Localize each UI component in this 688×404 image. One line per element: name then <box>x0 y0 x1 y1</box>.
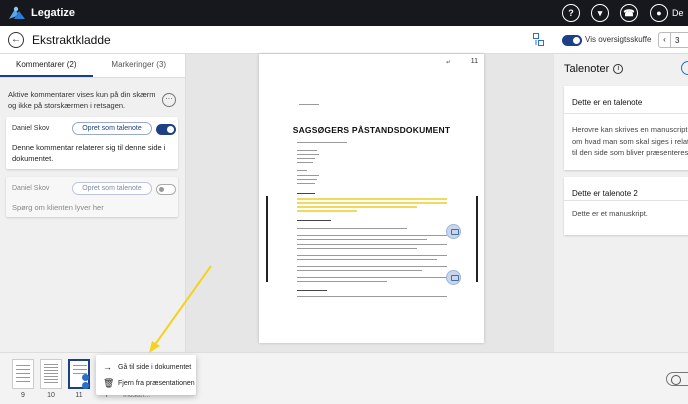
trash-icon: 🗑 <box>103 378 115 388</box>
comment-active-toggle[interactable] <box>156 124 176 135</box>
page-thumbnail[interactable] <box>40 359 62 389</box>
talenote-title: Dette er en talenote <box>572 98 643 107</box>
add-talenote-button[interactable] <box>681 61 688 75</box>
document-viewer: ↵ 11 SAGSØGERS PÅSTANDSDOKUMENT <box>186 54 554 352</box>
user-initials: De <box>672 8 684 18</box>
back-button[interactable]: ← <box>8 31 24 48</box>
shield-icon[interactable]: ▾ <box>591 4 609 22</box>
talenote-title: Dette er talenote 2 <box>572 189 638 198</box>
divider <box>564 200 688 201</box>
menu-go-to-page[interactable]: → Gå til side i dokumentet <box>103 362 191 372</box>
page-number: 3 <box>675 35 680 45</box>
info-icon[interactable]: i <box>613 64 624 74</box>
overview-toggle[interactable] <box>562 35 582 46</box>
page-header: ← Ekstraktkladde Vis oversigtsskuffe ‹ 3 <box>0 26 688 54</box>
thumbnail-label: 10 <box>47 392 55 399</box>
arrow-right-icon: → <box>103 362 112 372</box>
create-talenote-button[interactable]: Opret som talenote <box>72 122 152 135</box>
talenote-body: Dette er et manuskript. <box>572 209 648 218</box>
arrow-left-icon: ← <box>11 33 21 45</box>
comment-card[interactable]: Daniel Skov Opret som talenote Spørg om … <box>6 177 178 217</box>
chevron-left-icon[interactable]: ‹ <box>659 33 671 47</box>
talenotes-title: Talenoter i <box>564 63 624 75</box>
talenote-badge-icon <box>82 382 89 389</box>
help-icon[interactable]: ? <box>562 4 580 22</box>
comment-bubble-icon[interactable] <box>446 224 461 239</box>
menu-item-label: Gå til side i dokumentet <box>118 363 192 371</box>
page-navigator[interactable]: ‹ 3 <box>658 32 688 48</box>
talenote-body: Herovre kan skrives en manuscript, om hv… <box>572 125 688 157</box>
comment-badge-icon <box>82 374 89 381</box>
comments-panel: Kommentarer (2) Markeringer (3) Aktive k… <box>0 54 186 352</box>
ellipsis-icon: ··· <box>165 94 173 103</box>
create-talenote-button[interactable]: Opret som talenote <box>72 182 152 195</box>
comment-bubble-icon[interactable] <box>446 270 461 285</box>
talenotes-panel: Talenoter i Dette er en talenote Herovre… <box>554 54 688 352</box>
thumbnail-label: 9 <box>21 392 25 399</box>
app-name: Legatize <box>31 7 76 19</box>
talenotes-heading: Talenoter <box>564 63 610 75</box>
top-bar: Legatize ? ▾ ☎ ● De <box>0 0 688 26</box>
user-icon: ● <box>650 4 668 22</box>
app-logo[interactable]: Legatize <box>8 6 75 20</box>
divider <box>564 113 688 114</box>
page-thumbnail-selected[interactable] <box>68 359 90 389</box>
tab-comments[interactable]: Kommentarer (2) <box>0 54 93 77</box>
comments-info: Aktive kommentarer vises kun på din skær… <box>8 90 156 110</box>
comment-card[interactable]: Daniel Skov Opret som talenote Denne kom… <box>6 117 178 169</box>
comment-active-toggle[interactable] <box>156 184 176 195</box>
overview-label: Vis oversigtsskuffe <box>585 35 652 44</box>
highlight-bar-right <box>476 196 478 282</box>
document-page-number: 11 <box>470 58 478 65</box>
present-button[interactable] <box>666 372 688 386</box>
highlight-bar-left <box>266 196 268 282</box>
comment-author: Daniel Skov <box>12 125 50 132</box>
page-title: Ekstraktkladde <box>32 32 111 47</box>
more-options-button[interactable]: ··· <box>162 93 176 107</box>
split-view-icon[interactable] <box>533 33 544 46</box>
talenote-card[interactable]: Dette er en talenote Herovre kan skrives… <box>564 86 688 170</box>
page-mark: ↵ <box>446 60 452 66</box>
phone-icon[interactable]: ☎ <box>620 4 638 22</box>
document-heading: SAGSØGERS PÅSTANDSDOKUMENT <box>292 125 451 135</box>
comment-text: Spørg om klienten lyver her <box>12 203 104 212</box>
talenote-card[interactable]: Dette er talenote 2 Dette er et manuskri… <box>564 177 688 235</box>
page-thumbnail[interactable] <box>12 359 34 389</box>
tab-highlights[interactable]: Markeringer (3) <box>93 54 186 77</box>
logo-mark-icon <box>9 6 25 19</box>
thumbnail-context-menu: → Gå til side i dokumentet 🗑 Fjern fra p… <box>96 355 196 395</box>
document-page[interactable]: ↵ 11 SAGSØGERS PÅSTANDSDOKUMENT <box>259 54 484 343</box>
thumbnail-label: 11 <box>75 392 83 399</box>
page-overview-drawer: 9 10 11 7 Indsæt... → Gå til side i doku… <box>0 352 688 404</box>
menu-item-label: Fjern fra præsentationen <box>118 380 195 387</box>
user-menu[interactable]: ● De <box>650 0 688 26</box>
comment-text: Denne kommentar relaterer sig til denne … <box>12 143 166 163</box>
comment-author: Daniel Skov <box>12 185 50 192</box>
panel-tabs: Kommentarer (2) Markeringer (3) <box>0 54 185 78</box>
menu-remove-from-presentation[interactable]: 🗑 Fjern fra præsentationen <box>103 378 195 389</box>
